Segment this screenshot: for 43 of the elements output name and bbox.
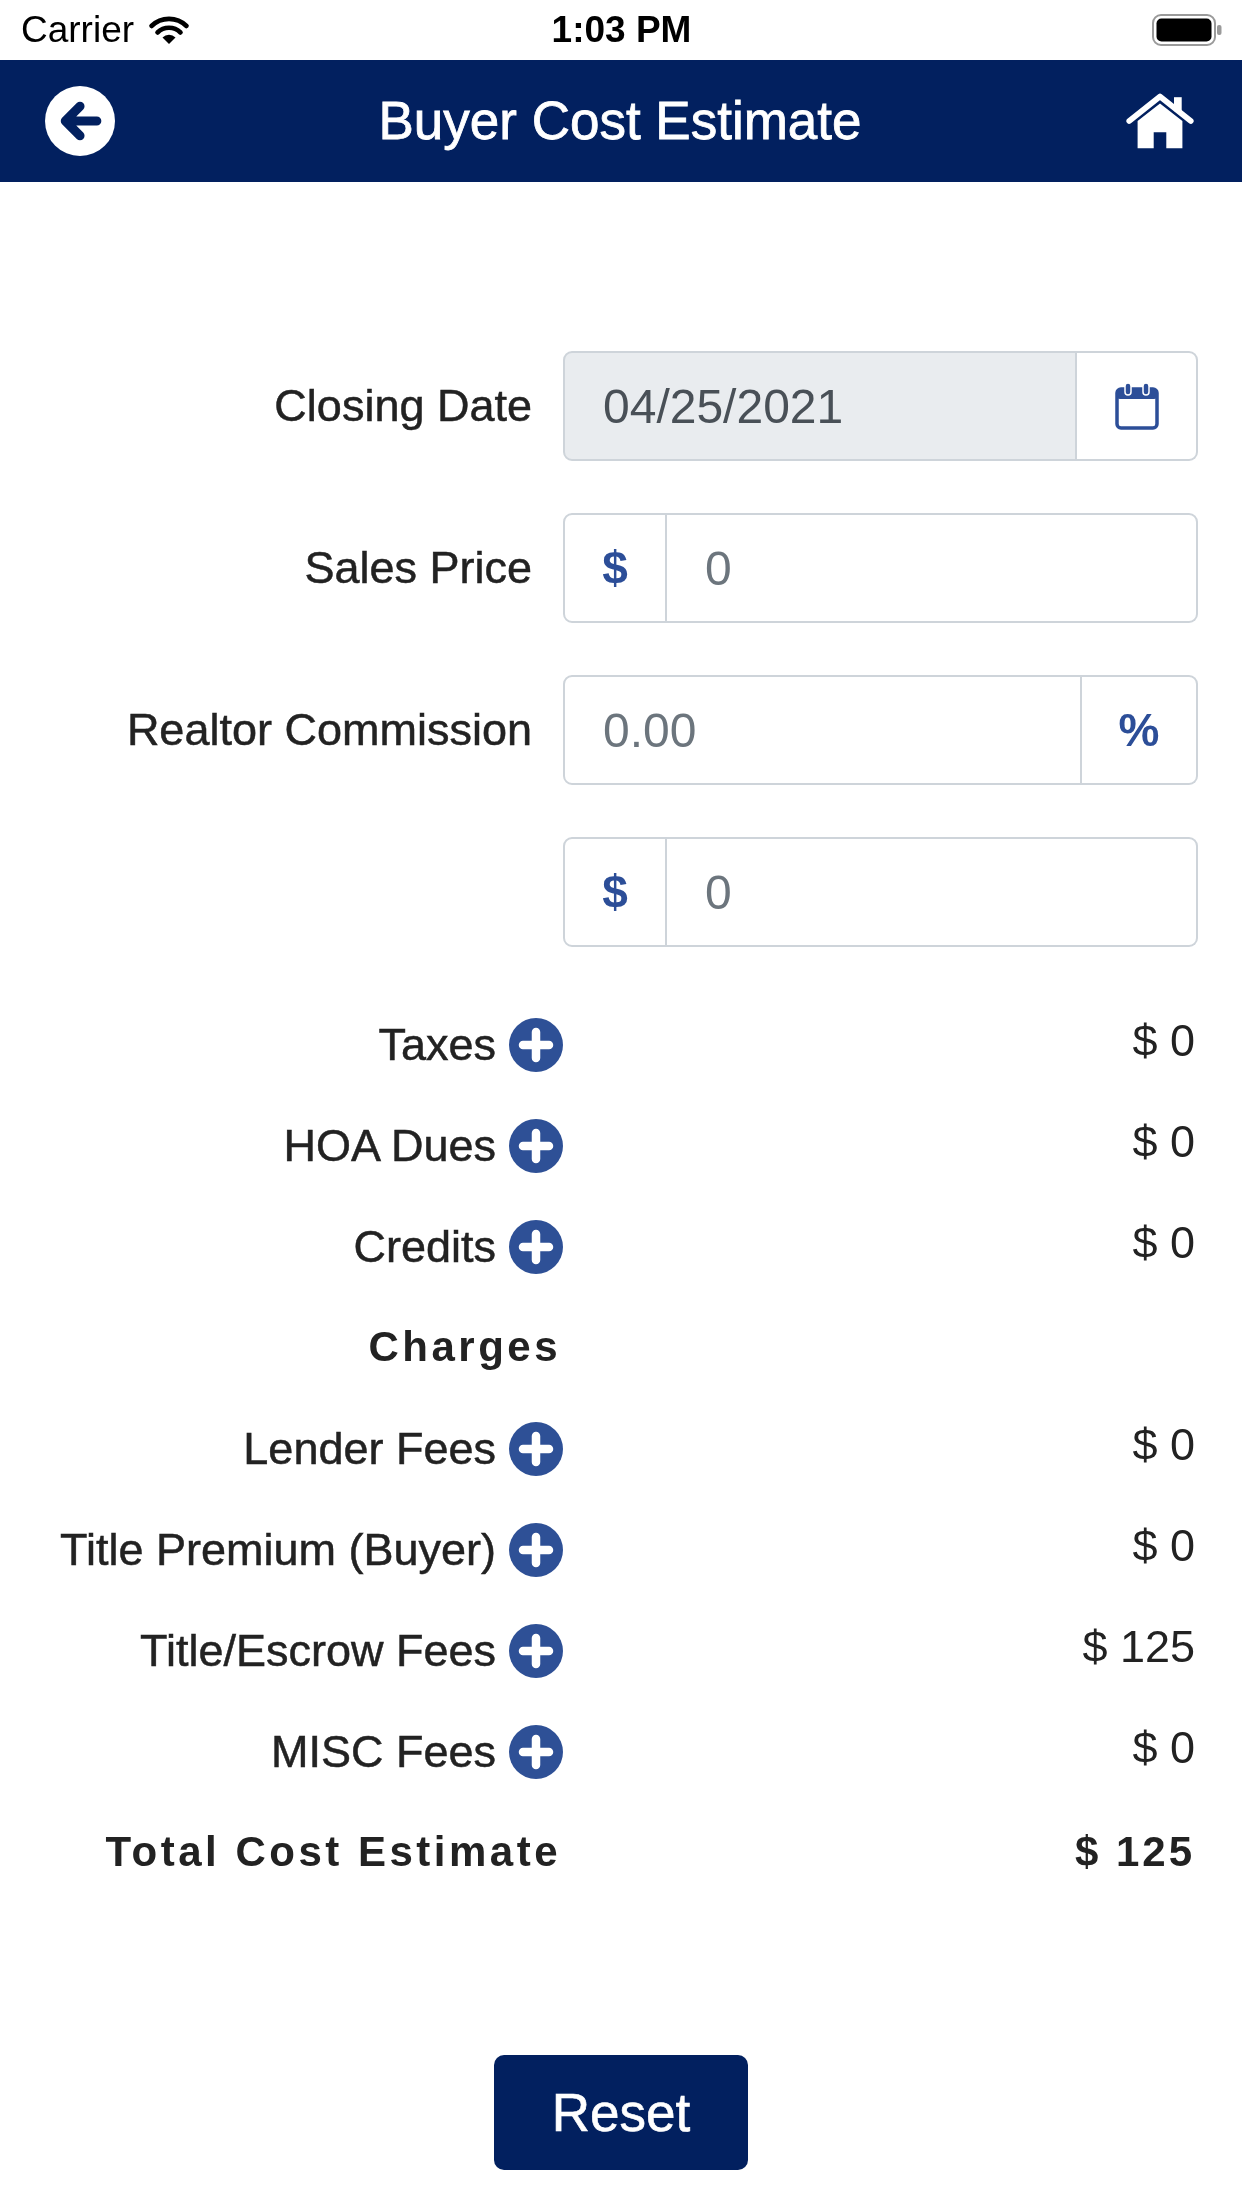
back-icon[interactable] [45,86,115,156]
amount-input[interactable]: 0 [667,837,1198,947]
fee-amount: $ 0 [1132,1115,1195,1168]
fee-label: HOA Dues [283,1119,496,1172]
fee-label: Credits [353,1220,496,1273]
fee-label: MISC Fees [270,1725,496,1778]
total-label: Total Cost Estimate [105,1828,561,1877]
fee-label: Taxes [378,1018,496,1071]
battery-icon [1152,14,1222,46]
calendar-button[interactable] [1077,351,1198,461]
total-amount: $ 125 [1074,1828,1195,1877]
percent-input[interactable]: 0.00 [563,675,1082,785]
fee-amount: $ 0 [1132,1721,1195,1774]
wifi-icon [148,15,191,45]
fee-amount: $ 0 [1132,1519,1195,1572]
fee-amount: $ 0 [1132,1216,1195,1269]
reset-button[interactable]: Reset [494,2055,748,2170]
fee-amount: $ 125 [1082,1620,1195,1673]
fee-label: Lender Fees [243,1422,496,1475]
home-icon[interactable] [1125,93,1195,149]
percent-addon: % [1082,675,1198,785]
add-icon[interactable] [509,1724,563,1779]
section-heading: Charges [368,1323,561,1372]
field-label: Realtor Commission [126,704,532,756]
add-icon[interactable] [509,1017,563,1072]
calendar-icon [1114,382,1159,430]
clock-time: 1:03 PM [551,9,692,51]
add-icon[interactable] [509,1421,563,1476]
add-icon[interactable] [509,1118,563,1173]
add-icon[interactable] [509,1522,563,1577]
amount-input[interactable]: 0 [667,513,1198,623]
currency-addon: $ [563,513,667,623]
field-label: Closing Date [274,380,532,432]
carrier-label: Carrier [21,9,135,51]
currency-addon: $ [563,837,667,947]
field-label: Sales Price [304,542,532,594]
add-icon[interactable] [509,1623,563,1678]
fee-amount: $ 0 [1132,1014,1195,1067]
fee-amount: $ 0 [1132,1418,1195,1471]
page-title: Buyer Cost Estimate [378,90,862,152]
fee-label: Title Premium (Buyer) [60,1523,496,1576]
add-icon[interactable] [509,1219,563,1274]
fee-label: Title/Escrow Fees [140,1624,496,1677]
